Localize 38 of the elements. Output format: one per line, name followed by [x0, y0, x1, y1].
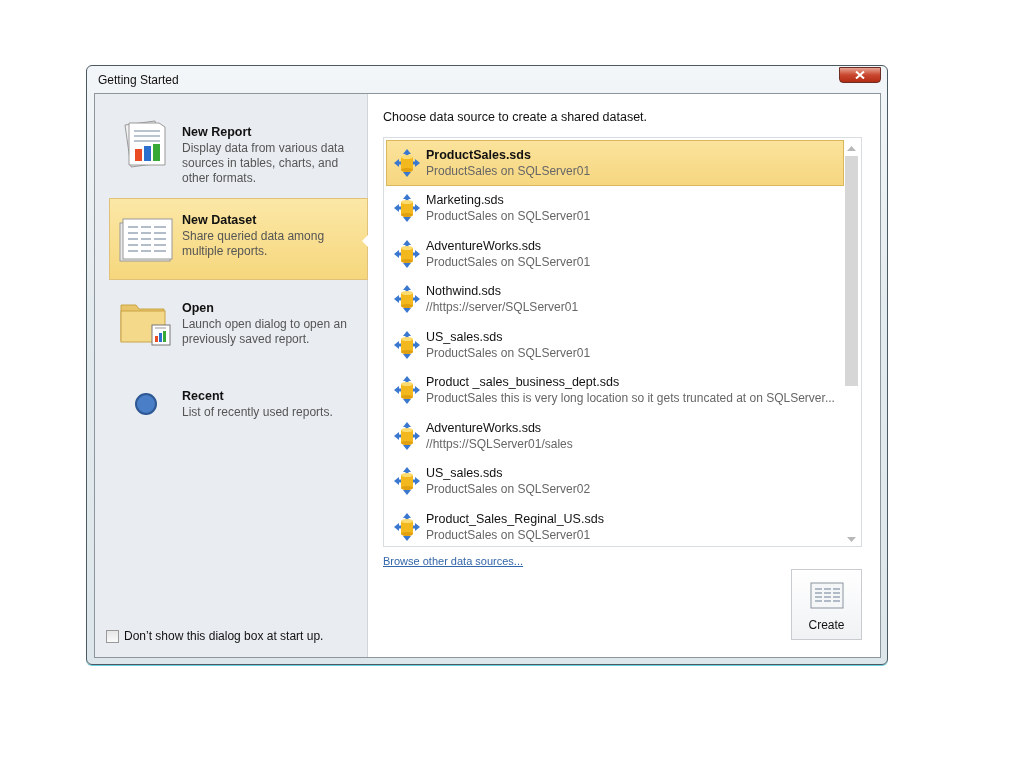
data-source-item[interactable]: Product_Sales_Reginal_US.sds ProductSales on SQLServer01 [386, 504, 844, 546]
data-source-item[interactable]: AdventureWorks.sds ProductSales on SQLServer01 [386, 231, 844, 277]
scroll-thumb[interactable] [845, 156, 858, 386]
table-document-icon [118, 217, 174, 265]
database-arrows-icon [393, 284, 421, 315]
data-source-item[interactable]: US_sales.sds ProductSales on SQLServer01 [386, 322, 844, 368]
database-arrows-icon [393, 375, 421, 406]
data-source-item[interactable]: ProductSales.sds ProductSales on SQLServer01 [386, 140, 844, 186]
create-button[interactable]: Create [791, 569, 862, 640]
selection-pointer [362, 235, 368, 247]
window-title: Getting Started [98, 73, 179, 87]
folder-icon [120, 301, 172, 347]
table-icon [809, 581, 844, 610]
data-source-item[interactable]: US_sales.sds ProductSales on SQLServer02 [386, 458, 844, 504]
database-arrows-icon [393, 329, 421, 360]
database-arrows-icon [393, 238, 421, 269]
start-option[interactable]: New Dataset Share queried data among multiple reports. [109, 198, 368, 280]
instruction-text: Choose data source to create a shared dataset. [383, 110, 649, 124]
close-icon [855, 70, 865, 79]
checkbox-label: Don’t show this dialog box at start up. [124, 629, 324, 643]
database-arrows-icon [393, 511, 421, 542]
data-source-item[interactable]: AdventureWorks.sds //https://SQLServer01/sales [386, 413, 844, 459]
checkbox[interactable] [106, 629, 119, 643]
scroll-down-icon[interactable] [847, 537, 856, 542]
database-arrows-icon [393, 420, 421, 451]
browse-link[interactable]: Browse other data sources... [383, 555, 523, 567]
scroll-up-icon[interactable] [847, 146, 856, 151]
start-option[interactable]: Recent List of recently used reports. [109, 374, 368, 456]
circle-icon [135, 393, 157, 415]
data-source-item[interactable]: Marketing.sds ProductSales on SQLServer01 [386, 185, 844, 231]
start-option[interactable]: New Report Display data from various data sources in tables, charts, and other formats. [109, 110, 368, 192]
data-source-item[interactable]: Nothwind.sds //https://server/SQLServer01 [386, 276, 844, 322]
database-arrows-icon [393, 193, 421, 224]
close-button[interactable] [839, 66, 881, 83]
data-source-item[interactable]: Product _sales_business_dept.sds ProductSales this is very long location so it gets truncated at on SQLServer... [386, 367, 844, 413]
database-arrows-icon [393, 466, 421, 497]
start-option[interactable]: Open Launch open dialog to open an previously saved report. [109, 286, 368, 368]
database-arrows-icon [393, 147, 421, 178]
